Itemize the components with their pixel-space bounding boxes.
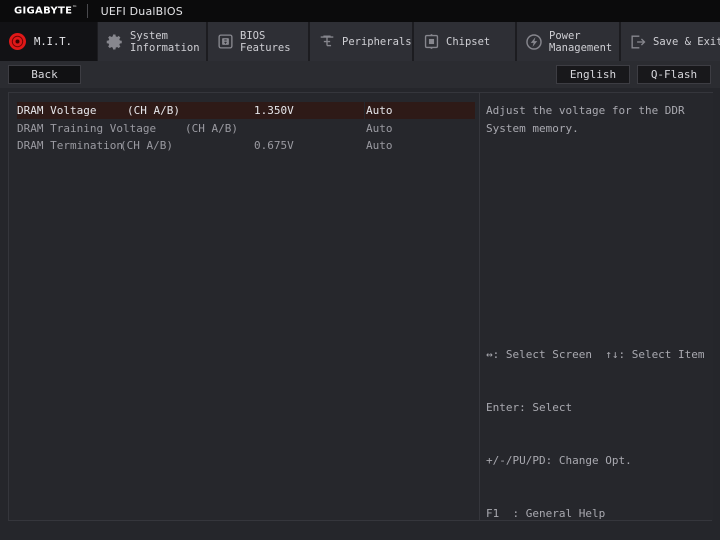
key-legend: ↔: Select Screen ↑↓: Select Item Enter: … <box>486 311 710 540</box>
tab-chipset[interactable]: Chipset <box>413 22 516 61</box>
back-button[interactable]: Back <box>8 65 81 84</box>
tab-peripherals-label: Peripherals <box>342 35 412 48</box>
tab-bios-features-label: BIOS Features <box>240 29 291 54</box>
trademark-symbol: ™ <box>72 5 78 12</box>
main-tab-strip: M.I.T. System Information BIOS Features … <box>0 22 720 61</box>
gigabyte-logo: GIGABYTE™ <box>14 5 78 17</box>
lightning-icon <box>523 31 545 53</box>
tab-save-and-exit-label: Save & Exit <box>653 35 720 48</box>
gear-icon <box>104 31 126 53</box>
settings-panel: DRAM Voltage (CH A/B) 1.350V Auto DRAM T… <box>8 92 479 521</box>
language-button[interactable]: English <box>556 65 630 84</box>
setting-channel: (CH A/B) <box>185 121 238 135</box>
chip-icon <box>214 31 236 53</box>
setting-label: DRAM Termination <box>17 139 123 152</box>
tab-mit-label: M.I.T. <box>34 35 72 48</box>
secondary-button-row: Back English Q-Flash <box>0 61 720 88</box>
legend-row: +/-/PU/PD: Change Opt. <box>486 453 632 467</box>
tab-power-management-label: Power Management <box>549 29 613 54</box>
setting-channel: (CH A/B) <box>127 104 180 117</box>
help-panel: Adjust the voltage for the DDR System me… <box>479 92 713 521</box>
qflash-button[interactable]: Q-Flash <box>637 65 711 84</box>
table-row[interactable]: DRAM Training Voltage (CH A/B) Auto <box>9 120 479 138</box>
tab-system-information-label: System Information <box>130 29 200 54</box>
tab-power-management[interactable]: Power Management <box>516 22 620 61</box>
setting-value: 0.675V <box>254 139 294 152</box>
tab-peripherals[interactable]: Peripherals <box>309 22 413 61</box>
setting-label: DRAM Voltage <box>17 104 97 117</box>
chipset-icon <box>420 31 442 53</box>
exit-arrow-icon <box>627 31 649 53</box>
bios-setup-screen: GIGABYTE™ UEFI DualBIOS M.I.T. System In… <box>0 0 720 540</box>
tab-save-and-exit[interactable]: Save & Exit <box>620 22 720 61</box>
setting-label: DRAM Training Voltage <box>17 121 157 135</box>
content-area: DRAM Voltage (CH A/B) 1.350V Auto DRAM T… <box>0 88 720 528</box>
tab-chipset-label: Chipset <box>446 35 491 48</box>
setting-value: 1.350V <box>254 104 294 117</box>
tab-mit[interactable]: M.I.T. <box>0 22 97 61</box>
connector-icon <box>316 31 338 53</box>
legend-row: Enter: Select <box>486 400 573 414</box>
table-row[interactable]: DRAM Termination (CH A/B) 0.675V Auto <box>9 137 479 155</box>
content-bottom-divider <box>8 520 712 521</box>
brand-bar: GIGABYTE™ UEFI DualBIOS <box>0 0 720 22</box>
setting-option[interactable]: Auto <box>366 122 393 135</box>
brand-subtitle: UEFI DualBIOS <box>100 4 183 18</box>
brand-divider <box>86 4 88 18</box>
tab-bios-features[interactable]: BIOS Features <box>207 22 309 61</box>
setting-option[interactable]: Auto <box>366 139 393 152</box>
legend-row: ↔: Select Screen ↑↓: Select Item <box>486 348 705 362</box>
table-row[interactable]: DRAM Voltage (CH A/B) 1.350V Auto <box>9 102 479 120</box>
tab-system-information[interactable]: System Information <box>97 22 207 61</box>
settings-list: DRAM Voltage (CH A/B) 1.350V Auto DRAM T… <box>9 102 479 155</box>
target-icon <box>6 31 28 53</box>
setting-option[interactable]: Auto <box>366 104 393 117</box>
setting-channel: (CH A/B) <box>120 139 173 152</box>
help-description: Adjust the voltage for the DDR System me… <box>486 104 685 135</box>
